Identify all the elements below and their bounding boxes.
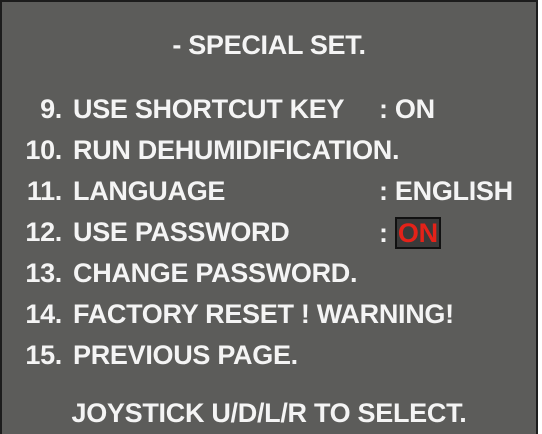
menu-item-label: PREVIOUS PAGE. [73,340,298,370]
value-separator: : [379,94,388,124]
menu-item-use-password[interactable]: 12. USE PASSWORD : ON [2,217,536,260]
value-separator: : [379,176,388,206]
menu-item-number: 12. [25,217,62,247]
password-value-selected[interactable]: ON [394,217,441,250]
language-value: ENGLISH [394,176,513,206]
menu-item-language[interactable]: 11. LANGUAGE : ENGLISH [2,178,536,219]
menu-item-previous-page[interactable]: 15. PREVIOUS PAGE. [2,342,536,383]
menu-item-label: USE SHORTCUT KEY [73,94,345,124]
menu-item-number: 15. [25,340,62,370]
menu-item-label: CHANGE PASSWORD. [73,258,358,288]
menu-item-label: FACTORY RESET ! WARNING! [73,299,454,329]
menu-item-change-password[interactable]: 13. CHANGE PASSWORD. [2,260,536,301]
menu-item-label: LANGUAGE [73,176,226,206]
shortcut-key-value: ON [394,94,435,124]
menu-item-label: USE PASSWORD [73,217,290,247]
menu-item-value: : ON [379,96,435,123]
value-separator: : [379,218,388,248]
menu-footer-hint: JOYSTICK U/D/L/R TO SELECT. [71,398,467,428]
menu-item-value: : ENGLISH [379,178,513,205]
menu-item-factory-reset[interactable]: 14. FACTORY RESET ! WARNING! [2,301,536,342]
menu-item-number: 9. [40,94,62,124]
menu-item-use-shortcut-key[interactable]: 9. USE SHORTCUT KEY : ON [2,96,536,137]
menu-item-value: : ON [379,217,441,250]
osd-menu-screen: - SPECIAL SET. 9. USE SHORTCUT KEY : ON … [0,0,538,434]
menu-title: - SPECIAL SET. [172,30,366,60]
menu-item-number: 11. [26,176,62,206]
menu-list: 9. USE SHORTCUT KEY : ON 10. RUN DEHUMID… [2,96,536,383]
menu-item-number: 10. [25,135,62,165]
menu-item-number: 14. [25,299,62,329]
menu-item-run-dehumidification[interactable]: 10. RUN DEHUMIDIFICATION. [2,137,536,178]
menu-item-label: RUN DEHUMIDIFICATION. [73,135,400,165]
menu-item-number: 13. [25,258,62,288]
